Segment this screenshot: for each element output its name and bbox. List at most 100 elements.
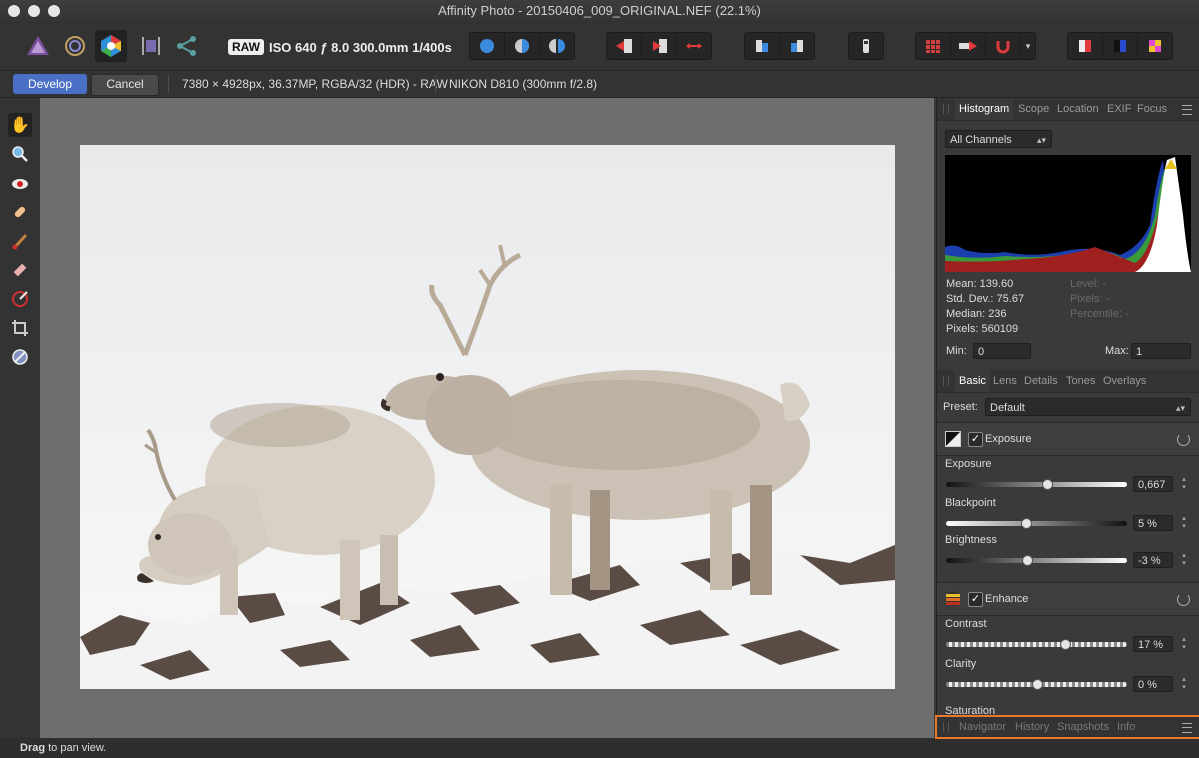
- status-text: to pan view.: [45, 742, 107, 754]
- hand-tool-button[interactable]: ✋: [8, 113, 32, 137]
- clip-highlights-icon: [1079, 40, 1091, 52]
- blackpoint-slider[interactable]: [946, 518, 1127, 529]
- brightness-value-input[interactable]: -3 %: [1133, 552, 1173, 568]
- exposure-stepper[interactable]: ▴ ▾: [1179, 476, 1189, 492]
- arrow-right-icon: [616, 39, 632, 53]
- clip-shadows-button[interactable]: [1103, 33, 1138, 59]
- panel-grip[interactable]: [943, 376, 949, 386]
- separator: [168, 75, 169, 93]
- cancel-button[interactable]: Cancel: [91, 74, 159, 96]
- magnet-icon: [996, 41, 1010, 54]
- camera-info: NIKON D810 (300mm f/2.8): [449, 77, 598, 91]
- tab-info[interactable]: Info: [1117, 717, 1135, 737]
- reset-icon[interactable]: [1177, 433, 1190, 446]
- tab-tones[interactable]: Tones: [1066, 370, 1095, 392]
- white-balance-tool-button[interactable]: [8, 345, 32, 369]
- tab-focus[interactable]: Focus: [1137, 98, 1167, 120]
- blackpoint-slider-handle[interactable]: [1020, 518, 1032, 529]
- clarity-value-input[interactable]: 0 %: [1133, 676, 1173, 692]
- tab-snapshots[interactable]: Snapshots: [1057, 717, 1109, 737]
- channel-select[interactable]: All Channels ▴▾: [945, 130, 1052, 148]
- export-persona-icon[interactable]: [173, 32, 201, 60]
- min-input[interactable]: 0: [973, 343, 1031, 359]
- blackpoint-value-input[interactable]: 5 %: [1133, 515, 1173, 531]
- clip-highlights-button[interactable]: [1068, 33, 1103, 59]
- exposure-value-input[interactable]: 0,667: [1133, 476, 1173, 492]
- brightness-slider-handle[interactable]: [1022, 555, 1034, 566]
- split-view-button[interactable]: [505, 33, 540, 59]
- clarity-stepper[interactable]: ▴ ▾: [1179, 676, 1189, 692]
- mirror-view-icon: [549, 39, 565, 53]
- overlay-gradient-tool-button[interactable]: [8, 287, 32, 311]
- exposure-checkbox[interactable]: ✓: [968, 432, 983, 447]
- overlay-erase-tool-button[interactable]: [8, 258, 32, 282]
- clipping-highlights-button[interactable]: [986, 33, 1021, 59]
- close-window-button[interactable]: [8, 5, 20, 17]
- crop-tool-icon: [12, 320, 28, 336]
- tone-mapping-persona-icon[interactable]: [137, 32, 165, 60]
- overlay-dropdown-button[interactable]: ▾: [1021, 33, 1035, 59]
- panel-grip[interactable]: [943, 722, 949, 732]
- clipping-shadows-button[interactable]: [916, 33, 951, 59]
- document-canvas[interactable]: [40, 98, 934, 738]
- split-horizontal-button[interactable]: [677, 33, 711, 59]
- red-eye-tool-icon: [12, 179, 28, 189]
- split-right-button[interactable]: [642, 33, 677, 59]
- zoom-tool-button[interactable]: [8, 142, 32, 166]
- tab-overlays[interactable]: Overlays: [1103, 370, 1146, 392]
- tab-basic[interactable]: Basic: [955, 370, 990, 392]
- preset-select-value: Default: [990, 402, 1025, 414]
- tab-scope[interactable]: Scope: [1018, 98, 1049, 120]
- context-toolbar: Develop Cancel 7380 × 4928px, 36.37MP, R…: [0, 71, 1199, 98]
- contrast-slider[interactable]: [946, 639, 1127, 650]
- tab-navigator[interactable]: Navigator: [959, 717, 1006, 737]
- max-input[interactable]: 1: [1131, 343, 1191, 359]
- split-left-button[interactable]: [607, 33, 642, 59]
- tab-lens[interactable]: Lens: [993, 370, 1017, 392]
- zoom-window-button[interactable]: [48, 5, 60, 17]
- clarity-slider[interactable]: [946, 679, 1127, 690]
- compare-group: [744, 32, 815, 60]
- exposure-slider-handle[interactable]: [1042, 479, 1054, 490]
- panel-grip[interactable]: [943, 104, 949, 114]
- title-bar: Affinity Photo - 20150406_009_ORIGINAL.N…: [0, 0, 1199, 22]
- enhance-checkbox[interactable]: ✓: [968, 592, 983, 607]
- panel-menu-icon[interactable]: [1182, 105, 1192, 115]
- single-view-button[interactable]: [470, 33, 505, 59]
- brightness-stepper[interactable]: ▴ ▾: [1179, 552, 1189, 568]
- blackpoint-stepper[interactable]: ▴ ▾: [1179, 515, 1189, 531]
- develop-button[interactable]: Develop: [13, 74, 87, 94]
- minimize-window-button[interactable]: [28, 5, 40, 17]
- develop-persona-button[interactable]: [95, 30, 127, 62]
- blemish-removal-tool-button[interactable]: [8, 200, 32, 224]
- contrast-value-input[interactable]: 17 %: [1133, 636, 1173, 652]
- reset-icon[interactable]: [1177, 593, 1190, 606]
- photo-persona-icon[interactable]: [24, 32, 52, 60]
- tab-exif[interactable]: EXIF: [1107, 98, 1131, 120]
- exposure-section-header[interactable]: ✓ Exposure: [937, 422, 1199, 456]
- swap-view-button[interactable]: [745, 33, 780, 59]
- view-mode-group: [469, 32, 575, 60]
- clip-shadows-icon: [1114, 40, 1126, 52]
- overlay-paint-tool-button[interactable]: [8, 229, 32, 253]
- sync-view-button[interactable]: [780, 33, 814, 59]
- tab-history[interactable]: History: [1015, 717, 1049, 737]
- exposure-slider[interactable]: [946, 479, 1127, 490]
- tab-histogram[interactable]: Histogram: [955, 98, 1014, 120]
- preset-select[interactable]: Default ▴▾: [985, 398, 1191, 416]
- contrast-slider-handle[interactable]: [1060, 639, 1072, 650]
- tab-location[interactable]: Location: [1057, 98, 1099, 120]
- clip-tones-button[interactable]: [1138, 33, 1172, 59]
- red-eye-tool-button[interactable]: [8, 172, 32, 196]
- mirror-view-button[interactable]: [540, 33, 574, 59]
- liquify-persona-icon[interactable]: [61, 32, 89, 60]
- contrast-stepper[interactable]: ▴ ▾: [1179, 636, 1189, 652]
- panel-menu-icon[interactable]: [1182, 723, 1192, 733]
- clipping-midtones-button[interactable]: [951, 33, 986, 59]
- tab-details[interactable]: Details: [1024, 370, 1058, 392]
- assistant-button[interactable]: [849, 33, 883, 59]
- brightness-slider[interactable]: [946, 555, 1127, 566]
- enhance-section-header[interactable]: ✓ Enhance: [937, 582, 1199, 616]
- clarity-slider-handle[interactable]: [1031, 679, 1043, 690]
- crop-tool-button[interactable]: [8, 316, 32, 340]
